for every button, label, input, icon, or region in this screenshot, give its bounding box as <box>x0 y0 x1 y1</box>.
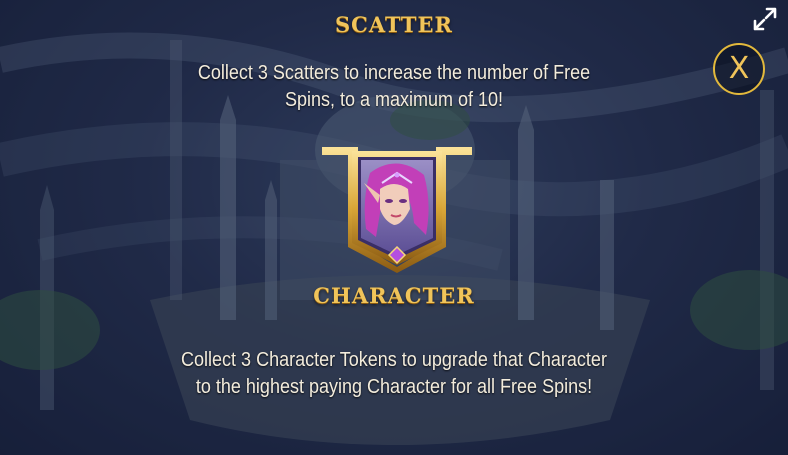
close-icon: X <box>728 51 750 86</box>
close-button[interactable]: X <box>713 43 765 95</box>
character-description: Collect 3 Character Tokens to upgrade th… <box>39 347 748 401</box>
scatter-description: Collect 3 Scatters to increase the numbe… <box>39 60 748 114</box>
expand-arrows-icon <box>753 7 777 31</box>
fullscreen-button[interactable] <box>752 6 778 32</box>
character-description-line2: to the highest paying Character for all … <box>195 376 593 398</box>
scatter-description-line1: Collect 3 Scatters to increase the numbe… <box>197 62 591 84</box>
character-title: CHARACTER <box>313 283 475 308</box>
scatter-description-line2: Spins, to a maximum of 10! <box>284 89 504 111</box>
character-description-line1: Collect 3 Character Tokens to upgrade th… <box>181 349 607 371</box>
elf-sorceress-portrait <box>322 147 472 273</box>
character-symbol <box>318 143 476 273</box>
scatter-title: SCATTER <box>335 12 453 37</box>
